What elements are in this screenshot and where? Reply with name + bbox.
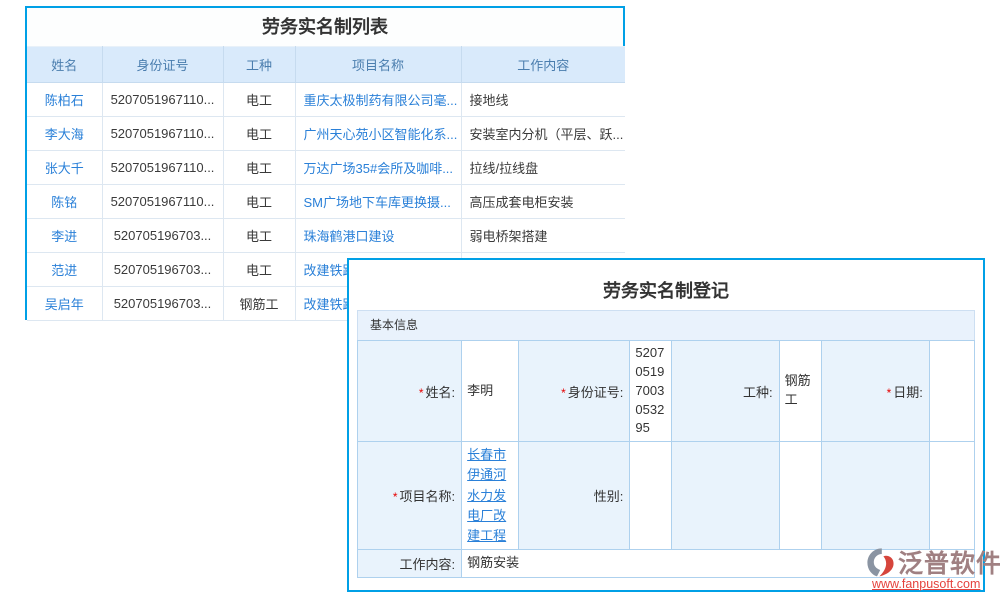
name-label: *姓名:: [358, 341, 462, 442]
worker-trade-cell: 电工: [223, 151, 295, 185]
id-number-field[interactable]: 520705197003053295: [630, 341, 672, 442]
project-name-link[interactable]: 长春市伊通河水力发电厂改建工程: [467, 447, 506, 543]
worker-name-link[interactable]: 范进: [27, 253, 102, 287]
project-link[interactable]: 珠海鹤港口建设: [295, 219, 461, 253]
worker-id-cell: 5207051967110...: [102, 117, 223, 151]
column-header-work: 工作内容: [461, 47, 625, 83]
project-link[interactable]: 万达广场35#会所及咖啡...: [295, 151, 461, 185]
column-header-project: 项目名称: [295, 47, 461, 83]
worker-trade-cell: 电工: [223, 253, 295, 287]
worker-trade-cell: 钢筋工: [223, 287, 295, 321]
worker-id-cell: 5207051967110...: [102, 185, 223, 219]
column-header-id: 身份证号: [102, 47, 223, 83]
worker-id-cell: 5207051967110...: [102, 151, 223, 185]
column-header-trade: 工种: [223, 47, 295, 83]
table-row: 李进 520705196703... 电工 珠海鹤港口建设 弱电桥架搭建: [27, 219, 625, 253]
worker-id-cell: 5207051967110...: [102, 83, 223, 117]
worker-name-link[interactable]: 李进: [27, 219, 102, 253]
project-name-label: *项目名称:: [358, 442, 462, 550]
work-content-cell: 接地线: [461, 83, 625, 117]
trade-label: 工种:: [672, 341, 779, 442]
id-number-label: *身份证号:: [519, 341, 630, 442]
fanpu-logo-icon: [864, 546, 898, 578]
work-content-cell: 安装室内分机（平层、跃...: [461, 117, 625, 151]
worker-trade-cell: 电工: [223, 83, 295, 117]
empty-value-cell: [779, 442, 821, 550]
labor-registration-dialog: 劳务实名制登记 基本信息 *姓名: 李明 *身份证号: 520705197003…: [347, 258, 985, 592]
required-marker: *: [393, 490, 398, 504]
trade-field[interactable]: 钢筋工: [779, 341, 821, 442]
worker-name-link[interactable]: 陈铭: [27, 185, 102, 219]
work-content-cell: 高压成套电柜安装: [461, 185, 625, 219]
table-row: 张大千 5207051967110... 电工 万达广场35#会所及咖啡... …: [27, 151, 625, 185]
gender-label: 性别:: [519, 442, 630, 550]
project-link[interactable]: SM广场地下车库更换摄...: [295, 185, 461, 219]
gender-field[interactable]: [630, 442, 672, 550]
form-row-1: *姓名: 李明 *身份证号: 520705197003053295 工种: 钢筋…: [358, 341, 975, 442]
table-row: 陈铭 5207051967110... 电工 SM广场地下车库更换摄... 高压…: [27, 185, 625, 219]
empty-label-cell: [672, 442, 779, 550]
registration-form-table: *姓名: 李明 *身份证号: 520705197003053295 工种: 钢筋…: [357, 340, 975, 578]
worker-trade-cell: 电工: [223, 117, 295, 151]
work-content-cell: 弱电桥架搭建: [461, 219, 625, 253]
form-row-2: *项目名称: 长春市伊通河水力发电厂改建工程 性别:: [358, 442, 975, 550]
table-row: 陈柏石 5207051967110... 电工 重庆太极制药有限公司毫... 接…: [27, 83, 625, 117]
empty-label-cell: [821, 442, 929, 550]
worker-name-link[interactable]: 李大海: [27, 117, 102, 151]
worker-name-link[interactable]: 陈柏石: [27, 83, 102, 117]
project-name-field[interactable]: 长春市伊通河水力发电厂改建工程: [462, 442, 519, 550]
required-marker: *: [561, 386, 566, 400]
project-link[interactable]: 重庆太极制药有限公司毫...: [295, 83, 461, 117]
date-field[interactable]: [929, 341, 974, 442]
worker-name-link[interactable]: 张大千: [27, 151, 102, 185]
watermark-url[interactable]: www.fanpusoft.com: [864, 577, 1000, 591]
worker-trade-cell: 电工: [223, 219, 295, 253]
vendor-watermark: 泛普软件 www.fanpusoft.com: [864, 544, 1000, 591]
worker-id-cell: 520705196703...: [102, 219, 223, 253]
section-header-basic-info: 基本信息: [357, 310, 975, 340]
table-header-row: 姓名 身份证号 工种 项目名称 工作内容: [27, 47, 625, 83]
project-link[interactable]: 广州天心苑小区智能化系...: [295, 117, 461, 151]
form-title: 劳务实名制登记: [349, 274, 983, 308]
required-marker: *: [887, 386, 892, 400]
watermark-brand-text: 泛普软件: [898, 544, 1000, 580]
work-content-cell: 拉线/拉线盘: [461, 151, 625, 185]
worker-id-cell: 520705196703...: [102, 287, 223, 321]
table-row: 李大海 5207051967110... 电工 广州天心苑小区智能化系... 安…: [27, 117, 625, 151]
empty-value-cell: [929, 442, 974, 550]
worker-name-link[interactable]: 吴启年: [27, 287, 102, 321]
column-header-name: 姓名: [27, 47, 102, 83]
worker-id-cell: 520705196703...: [102, 253, 223, 287]
worker-trade-cell: 电工: [223, 185, 295, 219]
list-panel-title: 劳务实名制列表: [27, 8, 623, 46]
required-marker: *: [419, 386, 424, 400]
name-field[interactable]: 李明: [462, 341, 519, 442]
work-content-label: 工作内容:: [358, 549, 462, 577]
date-label: *日期:: [821, 341, 929, 442]
